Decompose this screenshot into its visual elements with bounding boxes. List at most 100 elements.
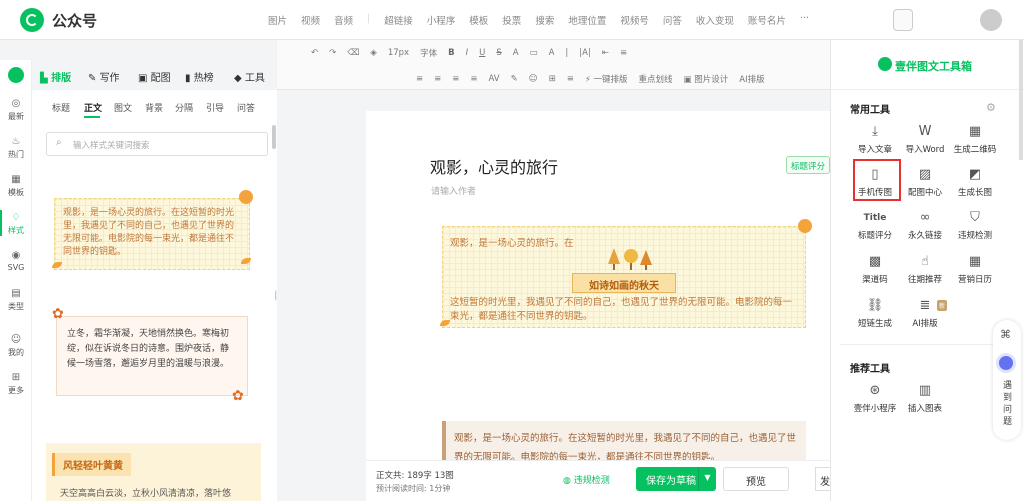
table-icon[interactable]: ⊞ bbox=[549, 74, 556, 84]
font-color-button[interactable]: A bbox=[513, 48, 519, 58]
rail-item-template[interactable]: ▦ 模板 bbox=[0, 174, 32, 198]
style-card-winter[interactable]: 立冬，霜华渐凝，天地悄然换色。寒梅初绽，似在诉说冬日的诗意。围炉夜话，静候一场雪… bbox=[56, 316, 248, 396]
rail-item-mine[interactable]: ☺ 我的 bbox=[0, 334, 32, 358]
grid-icon[interactable]: ⌘ bbox=[1000, 328, 1011, 341]
letter-spacing-button[interactable]: |A| bbox=[579, 48, 591, 58]
tool-title-score[interactable]: Title 标题评分 bbox=[851, 209, 899, 241]
rail-item-hot[interactable]: ♨ 热门 bbox=[0, 136, 32, 160]
font-family-select[interactable]: 字体 bbox=[420, 47, 437, 59]
rail-item-style[interactable]: ♢ 样式 bbox=[0, 212, 32, 236]
tool-violation-check[interactable]: ⛉ 违规检测 bbox=[951, 209, 999, 241]
word-count: 正文共: 189字 13图 bbox=[376, 471, 454, 481]
indent-button[interactable]: ⇤ bbox=[602, 48, 609, 58]
tool-past-recommend[interactable]: ☝ 往期推荐 bbox=[901, 253, 949, 285]
undo-icon[interactable]: ↶ bbox=[311, 48, 318, 58]
orange-icon bbox=[798, 219, 812, 233]
highlight-line-button[interactable]: 重点划线 bbox=[639, 73, 673, 85]
emoji-icon[interactable]: ☺ bbox=[529, 74, 538, 84]
tab-layout[interactable]: ▙ 排版 bbox=[40, 69, 71, 84]
rail-item-type[interactable]: ▤ 类型 bbox=[0, 288, 32, 312]
violation-check-button[interactable]: ◍ 违规检测 bbox=[563, 473, 610, 486]
menu-image[interactable]: 图片 bbox=[268, 13, 287, 27]
pen-icon: ✎ bbox=[88, 73, 100, 84]
underline-button[interactable]: U bbox=[479, 48, 485, 58]
edit-icon[interactable]: ✎ bbox=[511, 74, 518, 84]
bold-button[interactable]: B bbox=[448, 48, 454, 58]
gear-icon[interactable]: ⚙ bbox=[986, 101, 996, 114]
tool-import-word[interactable]: W 导入Word bbox=[901, 123, 949, 155]
rail-item-svg[interactable]: ◉ SVG bbox=[0, 250, 32, 272]
tool-miniapp[interactable]: ⊛ 壹伴小程序 bbox=[851, 382, 899, 414]
style-card-autumn[interactable]: 观影，是一场心灵的旅行。在这短暂的时光里，我遇见了不同的自己，也遇见了世界的无限… bbox=[54, 198, 250, 270]
tab-writing[interactable]: ✎ 写作 bbox=[88, 69, 120, 84]
tab-hot-list[interactable]: ▮ 热榜 bbox=[185, 69, 214, 84]
eraser-icon[interactable]: ⌫ bbox=[347, 48, 359, 58]
menu-audio[interactable]: 音频 bbox=[334, 13, 353, 27]
align-center-icon[interactable]: ≡ bbox=[434, 74, 441, 84]
tool-short-link[interactable]: ⛓ 短链生成 bbox=[851, 297, 899, 329]
menu-search[interactable]: 搜索 bbox=[535, 13, 554, 27]
menu-account-card[interactable]: 账号名片 bbox=[748, 13, 786, 27]
one-click-layout-button[interactable]: ⚡ 一键排版 bbox=[585, 73, 628, 85]
menu-monetize[interactable]: 收入变现 bbox=[696, 13, 734, 27]
background-color-button[interactable]: ▭ bbox=[530, 48, 538, 58]
letter-spacing-icon[interactable]: AV bbox=[489, 74, 500, 84]
menu-separator: | bbox=[367, 13, 371, 24]
align-button[interactable]: ≡ bbox=[620, 48, 627, 58]
subtab-title[interactable]: 标题 bbox=[52, 101, 70, 114]
subtab-image-text[interactable]: 图文 bbox=[114, 101, 132, 114]
tool-channel-code[interactable]: ▩ 渠道码 bbox=[851, 253, 899, 285]
tool-long-image[interactable]: ◩ 生成长图 bbox=[951, 166, 999, 198]
text-style-button[interactable]: A bbox=[549, 48, 555, 58]
menu-video[interactable]: 视频 bbox=[301, 13, 320, 27]
subtab-guide[interactable]: 引导 bbox=[206, 101, 224, 114]
format-painter-icon[interactable]: ◈ bbox=[370, 48, 377, 58]
preview-button[interactable]: 预览 bbox=[723, 467, 789, 491]
tab-tools[interactable]: ◆ 工具 bbox=[234, 69, 265, 84]
italic-button[interactable]: I bbox=[466, 48, 469, 58]
menu-qa[interactable]: 问答 bbox=[663, 13, 682, 27]
menu-vote[interactable]: 投票 bbox=[502, 13, 521, 27]
shield-icon: ⛉ bbox=[970, 210, 980, 225]
menu-hyperlink[interactable]: 超链接 bbox=[384, 13, 413, 27]
rail-item-more[interactable]: ⊞ 更多 bbox=[0, 372, 32, 396]
list-icon[interactable]: ≡ bbox=[567, 74, 574, 84]
article-title-input[interactable]: 观影，心灵的旅行 bbox=[430, 154, 558, 178]
subtab-divider[interactable]: 分隔 bbox=[175, 101, 193, 114]
tool-qrcode[interactable]: ▦ 生成二维码 bbox=[951, 123, 999, 155]
strike-button[interactable]: S bbox=[496, 48, 501, 58]
tool-marketing-calendar[interactable]: ▦ 营销日历 bbox=[951, 253, 999, 285]
rail-item-latest[interactable]: ◎ 最新 bbox=[0, 98, 32, 122]
help-text[interactable]: 遇到问题 bbox=[1003, 380, 1013, 428]
tab-image[interactable]: ▣ 配图 bbox=[138, 69, 171, 84]
style-search-input[interactable]: ⌕ 输入样式关键词搜索 bbox=[46, 132, 268, 156]
image-design-button[interactable]: ▣ 图片设计 bbox=[684, 73, 729, 85]
avatar[interactable] bbox=[980, 9, 1002, 31]
chevron-down-icon[interactable]: ▼ bbox=[698, 467, 716, 491]
panel-scrollbar[interactable] bbox=[272, 125, 276, 149]
menu-location[interactable]: 地理位置 bbox=[568, 13, 606, 27]
tool-image-center[interactable]: ▨ 配图中心 bbox=[901, 166, 949, 198]
redo-icon[interactable]: ↷ bbox=[329, 48, 336, 58]
title-eval-button[interactable]: 标题评分 bbox=[786, 156, 830, 174]
menu-template[interactable]: 模板 bbox=[469, 13, 488, 27]
menu-miniprogram[interactable]: 小程序 bbox=[427, 13, 456, 27]
tool-import-article[interactable]: ⤓ 导入文章 bbox=[851, 123, 899, 155]
align-right-icon[interactable]: ≡ bbox=[452, 74, 459, 84]
align-left-icon[interactable]: ≡ bbox=[416, 74, 423, 84]
subtab-body[interactable]: 正文 bbox=[84, 101, 102, 114]
menu-more[interactable]: ··· bbox=[800, 13, 809, 27]
author-input[interactable]: 请输入作者 bbox=[431, 184, 476, 197]
import-icon: ⤓ bbox=[872, 124, 878, 139]
line-height-icon[interactable]: ≡ bbox=[470, 74, 477, 84]
font-size-select[interactable]: 17px bbox=[388, 48, 409, 58]
menu-channels[interactable]: 视频号 bbox=[620, 13, 649, 27]
page-scrollbar[interactable] bbox=[1019, 40, 1023, 160]
tool-permalink[interactable]: ∞ 永久链接 bbox=[901, 209, 949, 241]
subtab-background[interactable]: 背景 bbox=[145, 101, 163, 114]
ai-layout-button[interactable]: AI排版 bbox=[739, 73, 764, 85]
subtab-qa[interactable]: 问答 bbox=[237, 101, 255, 114]
robot-icon[interactable] bbox=[996, 353, 1016, 373]
tool-insert-chart[interactable]: ▥ 插入图表 bbox=[901, 382, 949, 414]
phone-preview-button[interactable] bbox=[893, 9, 913, 31]
